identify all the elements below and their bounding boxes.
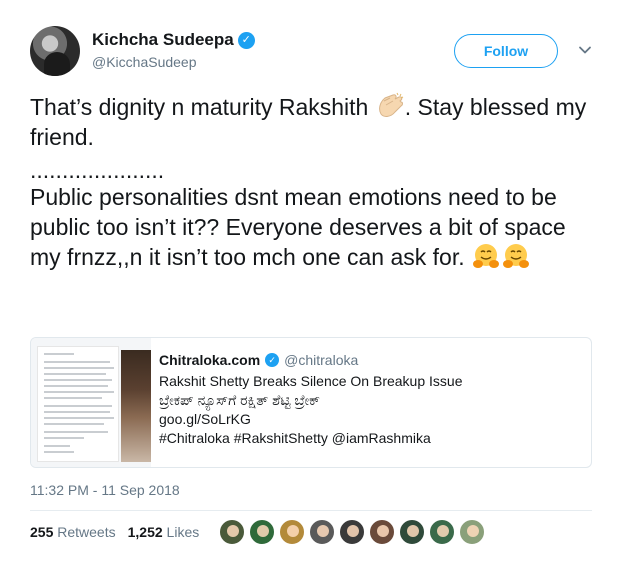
chevron-down-icon[interactable] <box>578 43 592 57</box>
author-avatar[interactable] <box>30 26 80 76</box>
author-display-name[interactable]: Kichcha Sudeepa ✓ <box>92 30 255 50</box>
quoted-tweet-line-2: ಬ್ರೇಕಪ್ ನ್ಯೂಸ್‌ಗೆ ರಕ್ಷಿತ್ ಶೆಟ್ಟಿ ಬ್ರೇಕ್ <box>159 392 320 408</box>
tweet-stats: 255 Retweets 1,252 Likes <box>30 524 199 540</box>
verified-badge-icon: ✓ <box>237 31 255 49</box>
tweet-header: Kichcha Sudeepa ✓ @KicchaSudeep Follow <box>30 26 610 82</box>
tweet-line-1: That’s dignity n maturity Rakshith <box>30 94 375 120</box>
liker-avatar[interactable] <box>278 518 306 546</box>
liker-avatar[interactable] <box>308 518 336 546</box>
likers-avatar-row <box>218 518 486 546</box>
liker-avatar[interactable] <box>218 518 246 546</box>
hugging-face-emoji-icon <box>503 244 530 268</box>
author-name-block: Kichcha Sudeepa ✓ @KicchaSudeep <box>92 30 255 70</box>
liker-avatar[interactable] <box>248 518 276 546</box>
quoted-tweet-line-3: goo.gl/SoLrKG <box>159 411 251 427</box>
tweet-paragraph-2: Public personalities dsnt mean emotions … <box>30 182 600 272</box>
author-handle[interactable]: @KicchaSudeep <box>92 54 255 70</box>
retweets-count: 255 <box>30 524 54 540</box>
quoted-author-handle: @chitraloka <box>284 352 359 368</box>
tweet-text: That’s dignity n maturity Rakshith . Sta… <box>30 92 600 272</box>
verified-badge-icon: ✓ <box>265 353 280 367</box>
liker-avatar[interactable] <box>368 518 396 546</box>
likes-stat[interactable]: 1,252 Likes <box>128 524 200 540</box>
likes-label: Likes <box>166 524 200 540</box>
liker-avatar[interactable] <box>338 518 366 546</box>
letter-screenshot-image <box>37 346 119 462</box>
author-display-name-text[interactable]: Kichcha Sudeepa <box>92 30 234 50</box>
quoted-tweet-card[interactable]: Chitraloka.com ✓ @chitraloka Rakshit She… <box>30 337 592 468</box>
liker-avatar[interactable] <box>398 518 426 546</box>
tweet-paragraph-1: That’s dignity n maturity Rakshith . Sta… <box>30 92 600 152</box>
divider <box>30 510 592 511</box>
quoted-tweet-header: Chitraloka.com ✓ @chitraloka <box>159 352 579 368</box>
quoted-tweet-body: Chitraloka.com ✓ @chitraloka Rakshit She… <box>159 352 579 448</box>
quoted-author-name: Chitraloka.com <box>159 352 261 368</box>
hugging-face-emoji-icon <box>473 244 500 268</box>
tweet-dots: ..................... <box>30 157 165 183</box>
quoted-tweet-line-4: #Chitraloka #RakshitShetty @iamRashmika <box>159 430 431 446</box>
liker-avatar[interactable] <box>428 518 456 546</box>
tweet-timestamp[interactable]: 11:32 PM - 11 Sep 2018 <box>30 482 180 498</box>
quoted-tweet-line-1: Rakshit Shetty Breaks Silence On Breakup… <box>159 373 463 389</box>
liker-avatar[interactable] <box>458 518 486 546</box>
retweets-stat[interactable]: 255 Retweets <box>30 524 116 540</box>
retweets-label: Retweets <box>57 524 116 540</box>
follow-button[interactable]: Follow <box>454 34 558 68</box>
clapping-hands-emoji-icon <box>378 92 403 117</box>
quoted-tweet-thumbnail[interactable] <box>31 338 151 467</box>
person-photo-image <box>121 350 151 462</box>
likes-count: 1,252 <box>127 524 163 540</box>
